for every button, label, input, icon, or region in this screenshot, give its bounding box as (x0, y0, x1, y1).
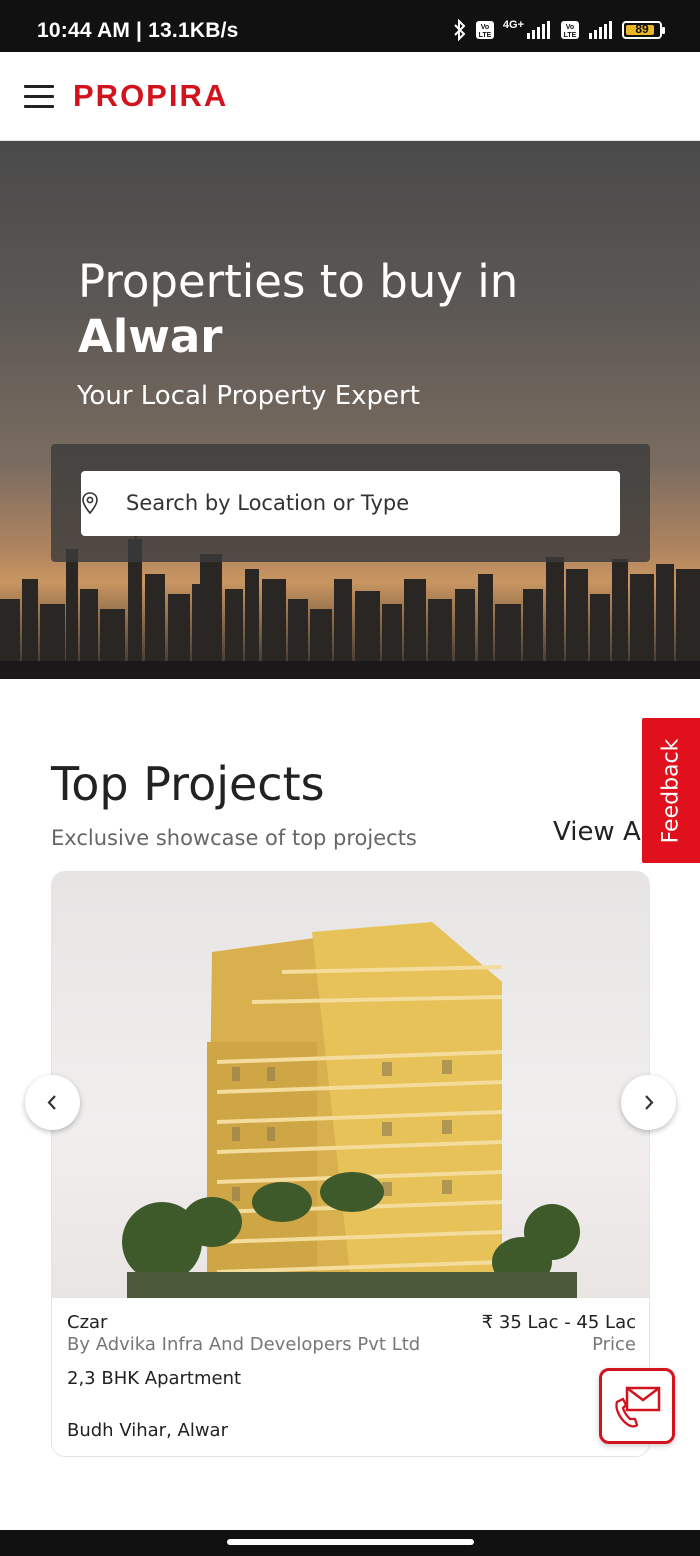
view-all-link[interactable]: View All (553, 817, 642, 847)
project-location: Budh Vihar, Alwar (67, 1420, 228, 1441)
network-label: 4G+ (502, 19, 524, 31)
svg-text:Vo: Vo (566, 24, 574, 31)
brand-logo[interactable]: PROPIRA (73, 78, 228, 114)
feedback-label: Feedback (658, 738, 684, 843)
project-price-label: Price (592, 1334, 636, 1355)
project-type: 2,3 BHK Apartment (67, 1368, 242, 1389)
volte-icon: Vo LTE (475, 21, 494, 39)
system-nav-bar (0, 1530, 700, 1556)
hero-title-line2: Alwar (78, 310, 223, 363)
hero-title: Properties to buy in Alwar (78, 254, 518, 364)
search-input[interactable]: Search by Location or Type (81, 471, 620, 536)
status-icons: Vo LTE 4G+ Vo LTE 89 (453, 16, 665, 44)
building-illustration (122, 922, 580, 1298)
hamburger-menu-icon[interactable] (24, 85, 54, 109)
project-price: ₹ 35 Lac - 45 Lac (481, 1312, 636, 1333)
bluetooth-icon (454, 19, 466, 41)
chevron-left-icon (47, 1095, 56, 1110)
battery-level: 89 (635, 22, 649, 36)
svg-text:LTE: LTE (564, 32, 577, 39)
feedback-button[interactable]: Feedback (642, 718, 700, 863)
svg-text:Vo: Vo (481, 24, 489, 31)
chevron-right-icon (645, 1095, 654, 1110)
top-projects-subtitle: Exclusive showcase of top projects (51, 826, 417, 850)
top-projects-title: Top Projects (51, 757, 325, 811)
project-image (52, 872, 649, 1298)
signal-strength-icon-2 (589, 21, 612, 39)
volte-icon-2: Vo LTE (561, 21, 579, 39)
search-placeholder: Search by Location or Type (126, 491, 410, 515)
svg-text:LTE: LTE (479, 32, 492, 39)
carousel-next-button[interactable] (621, 1075, 676, 1130)
phone-mail-icon (615, 1386, 661, 1428)
search-panel: Search by Location or Type (51, 444, 650, 562)
contact-button[interactable] (599, 1368, 675, 1444)
project-details: Czar By Advika Infra And Developers Pvt … (52, 1298, 649, 1456)
hero-title-line1: Properties to buy in (78, 255, 519, 308)
project-developer: By Advika Infra And Developers Pvt Ltd (67, 1334, 421, 1355)
hero-banner: Properties to buy in Alwar Your Local Pr… (0, 141, 700, 679)
app-header: PROPIRA (0, 52, 700, 141)
project-card[interactable]: Czar By Advika Infra And Developers Pvt … (51, 871, 650, 1457)
signal-strength-icon (527, 21, 550, 39)
battery-icon: 89 (622, 21, 665, 39)
status-time: 10:44 AM | 13.1KB/s (37, 19, 239, 42)
location-pin-icon (82, 492, 98, 515)
hero-subtitle: Your Local Property Expert (77, 381, 420, 411)
carousel-prev-button[interactable] (25, 1075, 80, 1130)
project-name: Czar (67, 1312, 108, 1333)
home-indicator[interactable] (227, 1539, 474, 1545)
status-bar: 10:44 AM | 13.1KB/s Vo LTE 4G+ Vo LTE 89 (0, 0, 700, 52)
